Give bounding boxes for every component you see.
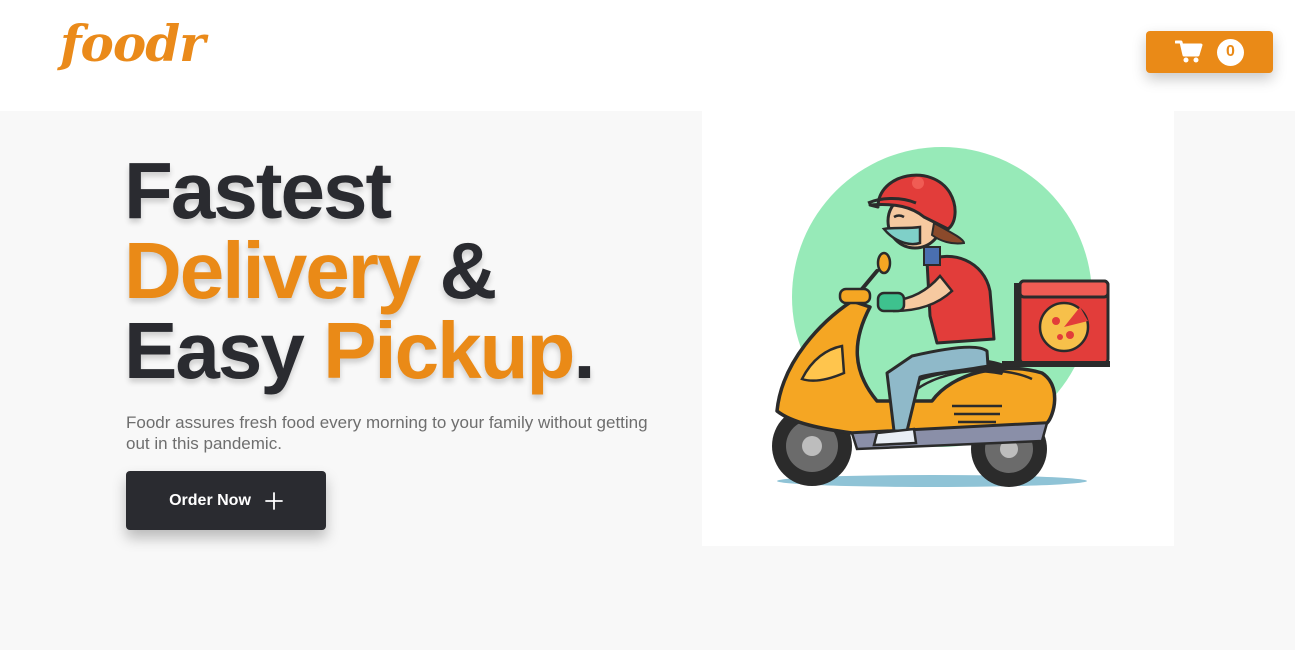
cart-count-badge: 0 — [1217, 38, 1244, 66]
headline-period: . — [573, 306, 595, 395]
headline-word-easy: Easy — [124, 306, 324, 395]
headline-word-fastest: Fastest — [124, 146, 392, 235]
foodr-logo[interactable]: foodr — [60, 14, 206, 73]
hero-illustration — [702, 111, 1174, 546]
headline-line-3: Easy Pickup. — [124, 311, 596, 391]
headline-word-pickup: Pickup — [323, 306, 575, 395]
cart-button[interactable]: 0 — [1146, 31, 1273, 73]
hero-description: Foodr assures fresh food every morning t… — [126, 413, 648, 453]
headline-word-delivery: Delivery — [124, 226, 421, 315]
headline-line-1: Fastest — [124, 151, 594, 231]
delivery-scooter-illustration — [772, 147, 1110, 487]
hero-headline: Fastest Delivery & Easy Pickup. — [124, 151, 596, 391]
order-now-button[interactable]: Order Now — [126, 471, 326, 530]
headline-ampersand: & — [419, 226, 498, 315]
top-navbar: foodr 0 — [0, 0, 1295, 111]
plus-icon — [264, 491, 283, 510]
shopping-cart-icon — [1175, 40, 1203, 63]
hero-section: Fastest Delivery & Easy Pickup. Foodr as… — [0, 111, 1295, 650]
headline-line-2: Delivery & — [124, 231, 594, 311]
order-now-label: Order Now — [169, 491, 251, 509]
